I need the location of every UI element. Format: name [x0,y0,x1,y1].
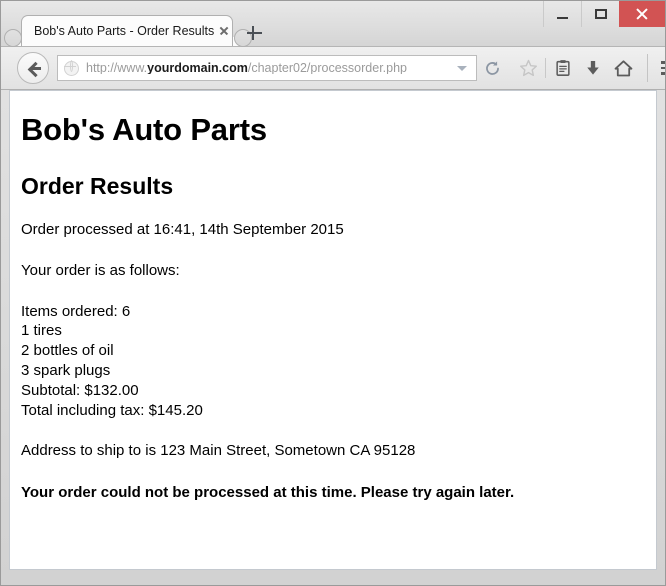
shipping-address-text: Address to ship to is 123 Main Street, S… [21,442,416,460]
url-text: http://www.yourdomain.com/chapter02/proc… [86,62,452,75]
navigation-toolbar: http://www.yourdomain.com/chapter02/proc… [1,47,665,90]
download-arrow-icon [587,60,599,75]
toolbar-divider [545,58,546,78]
hamburger-icon [661,58,665,78]
order-summary-lines: Items ordered: 6 1 tires 2 bottles of oi… [21,302,203,419]
page-content: Bob's Auto Parts Order Results Order pro… [10,91,656,513]
address-bar[interactable]: http://www.yourdomain.com/chapter02/proc… [57,55,477,81]
minimize-icon [557,16,568,19]
clipboard-icon [556,60,570,76]
tab-shoulder-left [4,29,22,47]
order-failure-notice: Your order could not be processed at thi… [21,484,515,502]
back-button[interactable] [17,52,49,84]
home-icon [614,59,632,76]
url-path: /chapter02/processorder.php [247,61,407,75]
new-tab-button[interactable] [245,23,265,43]
maximize-button[interactable] [581,1,619,27]
close-window-icon [635,7,649,21]
maximize-icon [594,9,607,19]
downloads-button[interactable] [578,54,608,82]
page-title: Bob's Auto Parts [21,112,267,147]
chevron-down-icon[interactable] [457,65,467,71]
reload-button[interactable] [481,57,503,79]
order-processed-text: Order processed at 16:41, 14th September… [21,221,344,239]
reload-icon [485,60,499,75]
browser-window: Bob's Auto Parts - Order Results http://… [0,0,666,586]
star-icon [519,59,537,76]
close-icon[interactable] [216,23,232,39]
close-window-button[interactable] [619,1,665,27]
window-controls [543,1,665,27]
url-host: yourdomain.com [147,61,248,75]
page-subtitle: Order Results [21,172,174,199]
order-intro-text: Your order is as follows: [21,261,180,279]
tab-shoulder-right [233,29,252,47]
page-viewport: Bob's Auto Parts Order Results Order pro… [9,90,657,570]
bookmark-button[interactable] [513,54,543,82]
toolbar-icons [513,54,665,82]
globe-icon [63,60,79,76]
tab-strip: Bob's Auto Parts - Order Results [1,1,665,47]
back-arrow-icon [26,61,41,76]
menu-divider [647,54,648,82]
menu-button[interactable] [655,54,665,82]
tab-title: Bob's Auto Parts - Order Results [34,23,215,38]
url-prefix: http://www. [86,61,148,75]
home-button[interactable] [608,54,638,82]
browser-tab-active[interactable]: Bob's Auto Parts - Order Results [21,15,233,46]
reader-view-button[interactable] [548,54,578,82]
minimize-button[interactable] [543,1,581,27]
